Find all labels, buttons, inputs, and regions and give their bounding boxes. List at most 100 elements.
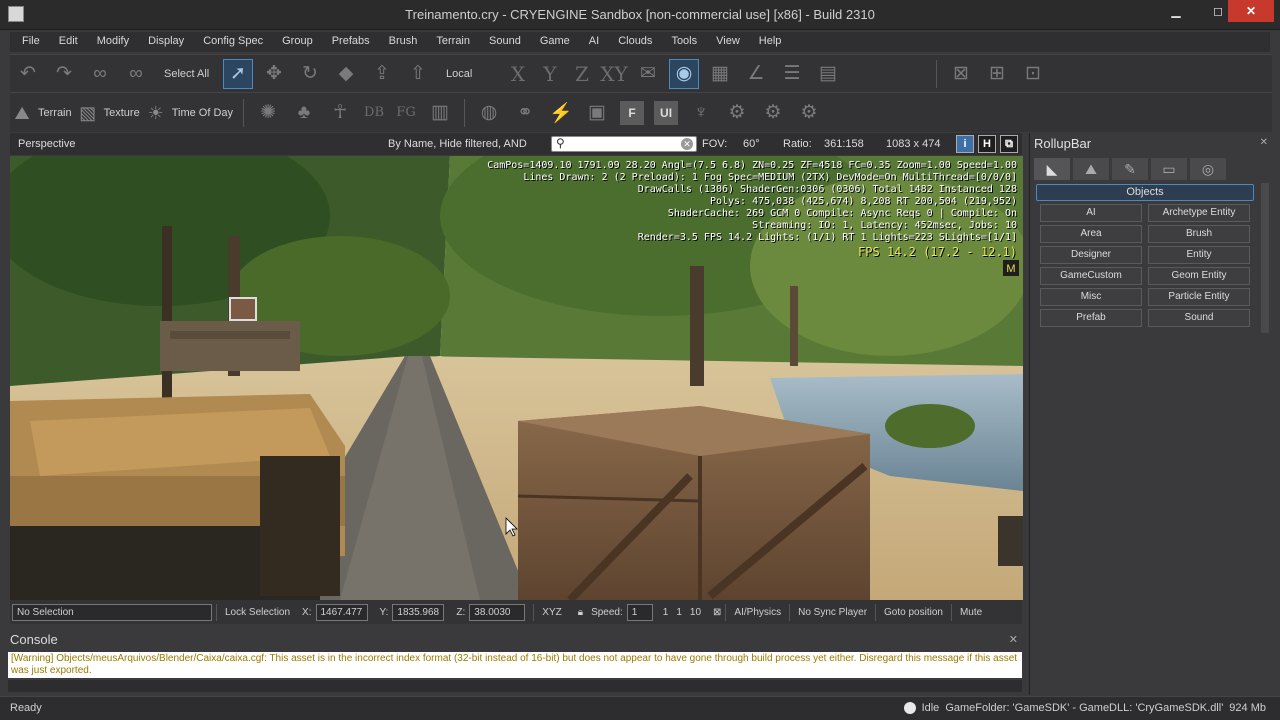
object-prefab-button[interactable]: Prefab [1040, 309, 1142, 327]
close-console-icon[interactable]: ✕ [1009, 633, 1018, 646]
rotate-tool-icon[interactable]: ↻ [295, 59, 325, 89]
box-icon[interactable]: ▣ [582, 98, 612, 128]
menu-help[interactable]: Help [747, 32, 789, 52]
object-ai-button[interactable]: AI [1040, 204, 1142, 222]
console-input[interactable] [8, 680, 1022, 692]
ui-editor-button[interactable]: UI [654, 100, 679, 125]
particle-icon[interactable]: ✺ [253, 98, 283, 128]
object-archetype-entity-button[interactable]: Archetype Entity [1148, 204, 1250, 222]
character-icon[interactable]: ☥ [325, 98, 355, 128]
db-button[interactable]: DB [358, 105, 390, 120]
menu-tools[interactable]: Tools [659, 32, 704, 52]
menu-ai[interactable]: AI [577, 32, 606, 52]
speed-option-1b[interactable]: 1 [672, 607, 686, 618]
z-coord-input[interactable]: 38.0030 [469, 603, 526, 621]
terrain-tab-icon[interactable]: ⛰ [1073, 158, 1109, 180]
menu-prefabs[interactable]: Prefabs [320, 32, 377, 52]
flowgraph-f-button[interactable]: F [620, 100, 645, 125]
nodes-icon[interactable]: ⚭ [510, 98, 540, 128]
object-particle-entity-button[interactable]: Particle Entity [1148, 288, 1250, 306]
axis-z-button[interactable]: Z [566, 62, 598, 86]
menu-clouds[interactable]: Clouds [606, 32, 659, 52]
lock-icon[interactable]: 🔒︎ [574, 607, 587, 618]
y-coord-input[interactable]: 1835.968 [392, 603, 445, 621]
filter-options[interactable]: By Name, Hide filtered, AND [388, 138, 527, 150]
close-button[interactable]: ✕ [1228, 0, 1274, 22]
layer-icon[interactable]: ▤ [813, 59, 843, 89]
mannequin-icon[interactable]: ♆ [686, 98, 716, 128]
object-entity-button[interactable]: Entity [1148, 246, 1250, 264]
close-rollup-icon[interactable]: ✕ [1260, 137, 1268, 148]
menu-group[interactable]: Group [270, 32, 320, 52]
object-sound-button[interactable]: Sound [1148, 309, 1250, 327]
link-icon[interactable]: ∞ [85, 59, 115, 89]
select-mask-dropdown[interactable]: Select All [154, 68, 220, 80]
ruler-icon[interactable]: ☰ [777, 59, 807, 89]
settings-icon[interactable]: ⚙ [758, 98, 788, 128]
track-view-icon[interactable]: ▥ [425, 98, 455, 128]
coord-space-dropdown[interactable]: Local [436, 68, 502, 80]
physics-icon[interactable]: ⊠ [709, 607, 725, 618]
menu-edit[interactable]: Edit [47, 32, 85, 52]
fg-button[interactable]: FG [390, 105, 422, 120]
object-designer-button[interactable]: Designer [1040, 246, 1142, 264]
terrain-button[interactable]: ⛰ Terrain [10, 101, 76, 125]
undo-icon[interactable]: ↶ [13, 59, 43, 89]
network-icon[interactable]: ⚙ [794, 98, 824, 128]
display-tab-icon[interactable]: ▭ [1151, 158, 1187, 180]
time-of-day-button[interactable]: ☀ Time Of Day [144, 101, 237, 125]
modeling-tab-icon[interactable]: ✎ [1112, 158, 1148, 180]
goto-position-button[interactable]: Goto position [875, 603, 951, 621]
select-tool-icon[interactable]: ➚ [223, 58, 253, 89]
maximize-viewport-icon[interactable]: ⧉ [1000, 135, 1018, 153]
ai-physics-button[interactable]: AI/Physics [725, 603, 789, 621]
character-editor-icon[interactable]: ⊞ [982, 59, 1012, 89]
object-geom-entity-button[interactable]: Geom Entity [1148, 267, 1250, 285]
redo-icon[interactable]: ↷ [49, 59, 79, 89]
helpers-button[interactable]: H [978, 135, 996, 153]
objects-tab-icon[interactable]: ◣ [1034, 158, 1070, 180]
objects-section-header[interactable]: Objects [1036, 184, 1254, 201]
object-area-button[interactable]: Area [1040, 225, 1142, 243]
scale-tool-icon[interactable]: ◆ [331, 59, 361, 89]
layers-tab-icon[interactable]: ◎ [1190, 158, 1226, 180]
object-gamecustom-button[interactable]: GameCustom [1040, 267, 1142, 285]
menu-modify[interactable]: Modify [85, 32, 136, 52]
menu-config-spec[interactable]: Config Spec [191, 32, 270, 52]
flash-icon[interactable]: ⚡ [546, 98, 576, 128]
sync-player-button[interactable]: No Sync Player [789, 603, 875, 621]
object-snap-icon[interactable]: ⇧ [403, 59, 433, 89]
menu-brush[interactable]: Brush [377, 32, 425, 52]
minimize-button[interactable]: ▁ [1162, 0, 1190, 22]
camera-icon[interactable]: ◉ [669, 58, 699, 89]
angle-snap-icon[interactable]: ∠ [741, 59, 771, 89]
speed-option-1[interactable]: 1 [659, 607, 673, 618]
lock-selection-button[interactable]: Lock Selection [216, 603, 298, 621]
menu-view[interactable]: View [704, 32, 747, 52]
menu-terrain[interactable]: Terrain [424, 32, 477, 52]
x-coord-input[interactable]: 1467.477 [315, 603, 368, 621]
globe-icon[interactable]: ◍ [474, 98, 504, 128]
perspective-viewport[interactable]: M CamPos=1409.10 1791.09 28.20 Angl=(7.5… [10, 156, 1023, 600]
axis-x-button[interactable]: X [502, 62, 534, 86]
axis-y-button[interactable]: Y [534, 62, 566, 86]
material-editor-icon[interactable]: ⊠ [946, 59, 976, 89]
clear-icon[interactable]: ✕ [681, 138, 693, 150]
rollup-scrollbar[interactable] [1261, 183, 1269, 333]
axis-xy-button[interactable]: XY [598, 62, 630, 86]
menu-game[interactable]: Game [528, 32, 577, 52]
database-view-icon[interactable]: ⊡ [1018, 59, 1048, 89]
vegetation-icon[interactable]: ♣ [289, 98, 319, 128]
speed-input[interactable]: 1 [626, 603, 653, 621]
gear-icon[interactable]: ⚙ [722, 98, 752, 128]
terrain-snap-icon[interactable]: ⇪ [367, 59, 397, 89]
viewport-title[interactable]: Perspective [18, 138, 75, 150]
terrain-follow-icon[interactable]: ✉ [633, 59, 663, 89]
unlink-icon[interactable]: ∞ [121, 59, 151, 89]
menu-sound[interactable]: Sound [477, 32, 528, 52]
xyz-toggle[interactable]: XYZ [533, 603, 569, 621]
object-brush-button[interactable]: Brush [1148, 225, 1250, 243]
menu-display[interactable]: Display [136, 32, 191, 52]
info-button[interactable]: i [956, 135, 974, 153]
menu-file[interactable]: File [10, 32, 47, 52]
